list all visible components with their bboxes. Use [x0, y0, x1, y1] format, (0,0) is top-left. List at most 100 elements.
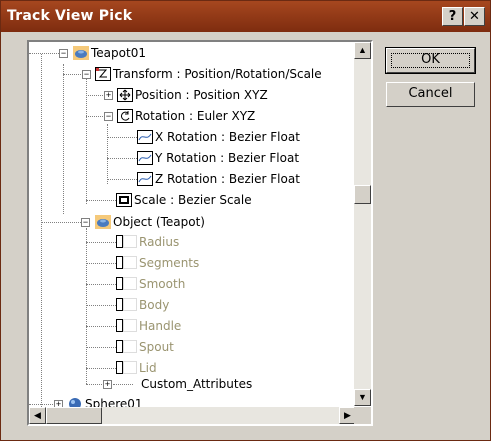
tree-item-segments[interactable]: Segments — [116, 254, 199, 272]
param-icon — [116, 298, 123, 311]
tree-item-label: Body — [139, 298, 170, 312]
tree-item-x-rotation[interactable]: X Rotation : Bezier Float — [137, 128, 300, 146]
tree-connector — [86, 384, 104, 385]
param-box-icon — [123, 298, 137, 311]
curve-icon — [137, 150, 153, 165]
param-box-icon — [123, 361, 137, 374]
param-icon — [116, 235, 123, 248]
title-bar: Track View Pick ? ✕ — [1, 1, 490, 32]
collapse-toggle[interactable]: − — [81, 218, 90, 227]
tree-connector — [86, 263, 116, 264]
cancel-button-label: Cancel — [408, 86, 453, 101]
curve-icon — [137, 171, 153, 186]
scroll-up-button[interactable]: ▲ — [354, 42, 371, 59]
tree-item-scale[interactable]: Scale : Bezier Scale — [116, 191, 252, 209]
param-box-icon — [123, 256, 137, 269]
tree-item-transform[interactable]: Transform : Position/Rotation/Scale — [95, 65, 322, 83]
tree-connector — [86, 305, 116, 306]
tree-connector — [86, 368, 116, 369]
tree-connector — [107, 179, 137, 180]
param-box-icon — [123, 277, 137, 290]
tree-connector — [29, 53, 59, 54]
tree-connector — [86, 95, 105, 96]
track-tree[interactable]: − Teapot01 − Transform : Position/Rotati… — [27, 40, 373, 426]
tree-item-smooth[interactable]: Smooth — [116, 275, 185, 293]
tree-item-label: Segments — [139, 256, 200, 270]
tree-item-label: Handle — [139, 319, 182, 333]
tree-item-label: Object (Teapot) — [113, 215, 205, 229]
scroll-left-button[interactable]: ◀ — [29, 407, 46, 424]
rotation-icon — [117, 108, 133, 123]
tree-item-label: Position : Position XYZ — [135, 88, 268, 102]
tree-connector — [41, 54, 42, 409]
tree-item-label: Y Rotation : Bezier Float — [155, 151, 300, 165]
expand-toggle[interactable]: + — [104, 91, 113, 100]
close-button[interactable]: ✕ — [464, 7, 485, 26]
tree-connector — [86, 347, 116, 348]
tree-item-y-rotation[interactable]: Y Rotation : Bezier Float — [137, 149, 299, 167]
vertical-scroll-thumb[interactable] — [354, 185, 371, 204]
tree-item-label: X Rotation : Bezier Float — [155, 130, 300, 144]
ok-button[interactable]: OK — [385, 47, 476, 74]
scroll-down-button[interactable]: ▼ — [354, 389, 371, 406]
tree-item-teapot01[interactable]: Teapot01 — [73, 44, 146, 62]
tree-item-label: Transform : Position/Rotation/Scale — [113, 67, 322, 81]
horizontal-scroll-thumb[interactable] — [46, 407, 102, 424]
tree-item-label: Z Rotation : Bezier Float — [155, 172, 300, 186]
param-icon — [116, 340, 123, 353]
position-icon — [117, 87, 133, 102]
curve-icon — [137, 129, 153, 144]
tree-connector — [86, 200, 116, 201]
tree-connector — [107, 137, 137, 138]
tree-item-label: Custom_Attributes — [141, 377, 253, 391]
tree-connector — [107, 158, 137, 159]
tree-connector — [86, 326, 116, 327]
param-icon — [116, 361, 123, 374]
tree-item-spout[interactable]: Spout — [116, 338, 174, 356]
tree-connector — [86, 228, 87, 384]
window-title: Track View Pick — [7, 8, 133, 24]
help-button[interactable]: ? — [442, 7, 463, 26]
tree-connector — [107, 124, 108, 184]
tree-item-label: Smooth — [139, 277, 186, 291]
tree-connector — [86, 242, 116, 243]
tree-item-label: Scale : Bezier Scale — [134, 193, 252, 207]
collapse-toggle[interactable]: − — [104, 112, 113, 121]
tree-item-body[interactable]: Body — [116, 296, 169, 314]
param-icon — [116, 256, 123, 269]
param-box-icon — [123, 340, 137, 353]
tree-connector — [86, 116, 105, 117]
focus-rect — [391, 53, 470, 68]
transform-icon — [95, 66, 111, 81]
tree-item-label: Lid — [139, 361, 157, 375]
tree-item-rotation[interactable]: Rotation : Euler XYZ — [117, 107, 255, 125]
tree-connector — [113, 384, 133, 385]
scale-icon — [116, 192, 132, 207]
collapse-toggle[interactable]: − — [59, 49, 68, 58]
tree-connector — [29, 404, 55, 405]
tree-item-radius[interactable]: Radius — [116, 233, 179, 251]
param-icon — [116, 319, 123, 332]
horizontal-scrollbar[interactable]: ◀ ▶ — [29, 407, 356, 424]
tree-connector — [63, 64, 64, 214]
tree-item-position[interactable]: Position : Position XYZ — [117, 86, 268, 104]
expand-toggle[interactable]: + — [103, 380, 112, 389]
track-view-pick-dialog: Track View Pick ? ✕ − Teapot01 − Transfo… — [0, 0, 491, 441]
tree-item-handle[interactable]: Handle — [116, 317, 181, 335]
cancel-button[interactable]: Cancel — [386, 82, 475, 107]
tree-item-label: Radius — [139, 235, 180, 249]
scrollbar-corner — [354, 407, 371, 424]
tree-item-object-teapot[interactable]: Object (Teapot) — [95, 213, 205, 231]
tree-item-label: Rotation : Euler XYZ — [135, 109, 256, 123]
tree-connector — [63, 74, 83, 75]
param-icon — [116, 277, 123, 290]
tree-item-custom-attributes[interactable]: Custom_Attributes — [139, 375, 252, 393]
collapse-toggle[interactable]: − — [82, 70, 91, 79]
teapot-icon — [73, 45, 89, 60]
tree-connector — [41, 222, 81, 223]
vertical-scrollbar[interactable]: ▲ ▼ — [354, 42, 371, 406]
tree-item-z-rotation[interactable]: Z Rotation : Bezier Float — [137, 170, 300, 188]
tree-item-label: Teapot01 — [91, 46, 146, 60]
param-box-icon — [123, 319, 137, 332]
teapot-icon — [95, 214, 111, 229]
